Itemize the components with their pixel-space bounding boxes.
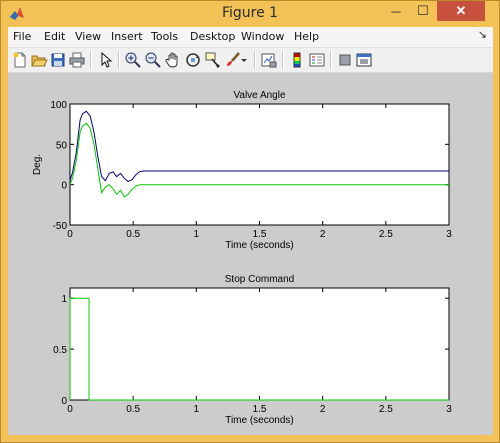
chart1-x-tick-label: 2	[320, 229, 326, 240]
save-icon[interactable]	[49, 51, 67, 69]
hide-plot-tools-icon[interactable]	[336, 51, 354, 69]
menu-help[interactable]: Help	[294, 30, 319, 43]
chart1-x-tick-label: 0.5	[126, 229, 140, 240]
edit-plot-arrow-icon[interactable]	[96, 51, 114, 69]
open-file-icon[interactable]	[30, 51, 48, 69]
chart2-x-tick-label: 2	[320, 404, 326, 415]
maximize-button[interactable]: ☐	[410, 1, 436, 21]
chart1-x-tick-label: 0	[67, 229, 73, 240]
insert-colorbar-icon[interactable]	[288, 51, 306, 69]
chart2-x-tick-label: 2.5	[379, 404, 393, 415]
menu-edit[interactable]: Edit	[44, 30, 65, 43]
chart1-axes-box	[69, 103, 450, 226]
chart2-x-tick-label: 1.5	[253, 404, 267, 415]
new-figure-icon[interactable]	[11, 51, 29, 69]
zoom-out-icon[interactable]	[144, 51, 162, 69]
minimize-button[interactable]: ─	[383, 1, 409, 21]
chart2-y-tick-label: 1	[61, 294, 67, 305]
plots-svg: 0 0.5 1 1.5 2 2.5 3-50050100Valve AngleTime (s…	[32, 90, 452, 426]
print-icon[interactable]	[68, 51, 86, 69]
toolbar-separator	[330, 51, 332, 69]
rotate-3d-icon[interactable]	[184, 51, 202, 69]
menu-window[interactable]: Window	[241, 30, 284, 43]
toolbar-separator	[118, 51, 120, 69]
chart1-x-tick-label: 1.5	[253, 229, 267, 240]
chart2-x-axis-label: Time (seconds)	[225, 415, 294, 426]
chart1-y-tick-label: 100	[50, 100, 67, 111]
chart2-x-tick-label: 1	[194, 404, 200, 415]
zoom-in-icon[interactable]	[124, 51, 142, 69]
chart1-x-tick-label: 1	[194, 229, 200, 240]
chart1-y-tick-label: -50	[53, 221, 68, 232]
chart1-y-tick-label: 0	[61, 181, 67, 192]
toolbar-separator	[90, 51, 92, 69]
chart2-x-tick-label: 0	[67, 404, 73, 415]
chart1-x-tick-label: 3	[446, 229, 452, 240]
close-button[interactable]: ✕	[437, 1, 485, 21]
menu-tools[interactable]: Tools	[151, 30, 178, 43]
chart2-title: Stop Command	[225, 274, 294, 285]
figure-canvas: 0 0.5 1 1.5 2 2.5 3 -50 0 50 100 Valve Angle Time (s…	[8, 73, 493, 435]
figure-window: Figure 1 ─ ☐ ✕ File Edit View Insert Too…	[0, 0, 500, 443]
figure-toolbar	[8, 48, 493, 73]
chart1-title: Valve Angle	[233, 90, 286, 101]
chart1-x-axis-label: Time (seconds)	[225, 240, 294, 251]
menu-insert[interactable]: Insert	[111, 30, 143, 43]
chart2-axes-box	[69, 287, 450, 401]
menu-desktop[interactable]: Desktop	[190, 30, 235, 43]
toolbar-separator	[282, 51, 284, 69]
chart2-y-tick-label: 0	[61, 396, 67, 407]
title-bar[interactable]: Figure 1 ─ ☐ ✕	[1, 1, 499, 27]
data-cursor-icon[interactable]	[204, 51, 222, 69]
show-plot-tools-icon[interactable]	[355, 51, 373, 69]
chart2-y-tick-label: 0.5	[53, 345, 67, 356]
chart2-x-tick-label: 0.5	[126, 404, 140, 415]
menu-bar: File Edit View Insert Tools Desktop Wind…	[8, 27, 493, 48]
brush-dropdown-chevron-down-icon[interactable]	[240, 51, 248, 69]
chart2-x-tick-label: 3	[446, 404, 452, 415]
chart1-x-tick-label: 2.5	[379, 229, 393, 240]
link-plot-icon[interactable]	[260, 51, 278, 69]
menu-view[interactable]: View	[75, 30, 101, 43]
toolbar-separator	[254, 51, 256, 69]
pan-hand-icon[interactable]	[164, 51, 182, 69]
chart1-y-axis-label: Deg.	[32, 154, 43, 175]
menu-overflow-arrow-icon[interactable]: ↘	[478, 28, 487, 41]
chart1-y-tick-label: 50	[56, 140, 68, 151]
insert-legend-icon[interactable]	[308, 51, 326, 69]
menu-file[interactable]: File	[13, 30, 31, 43]
